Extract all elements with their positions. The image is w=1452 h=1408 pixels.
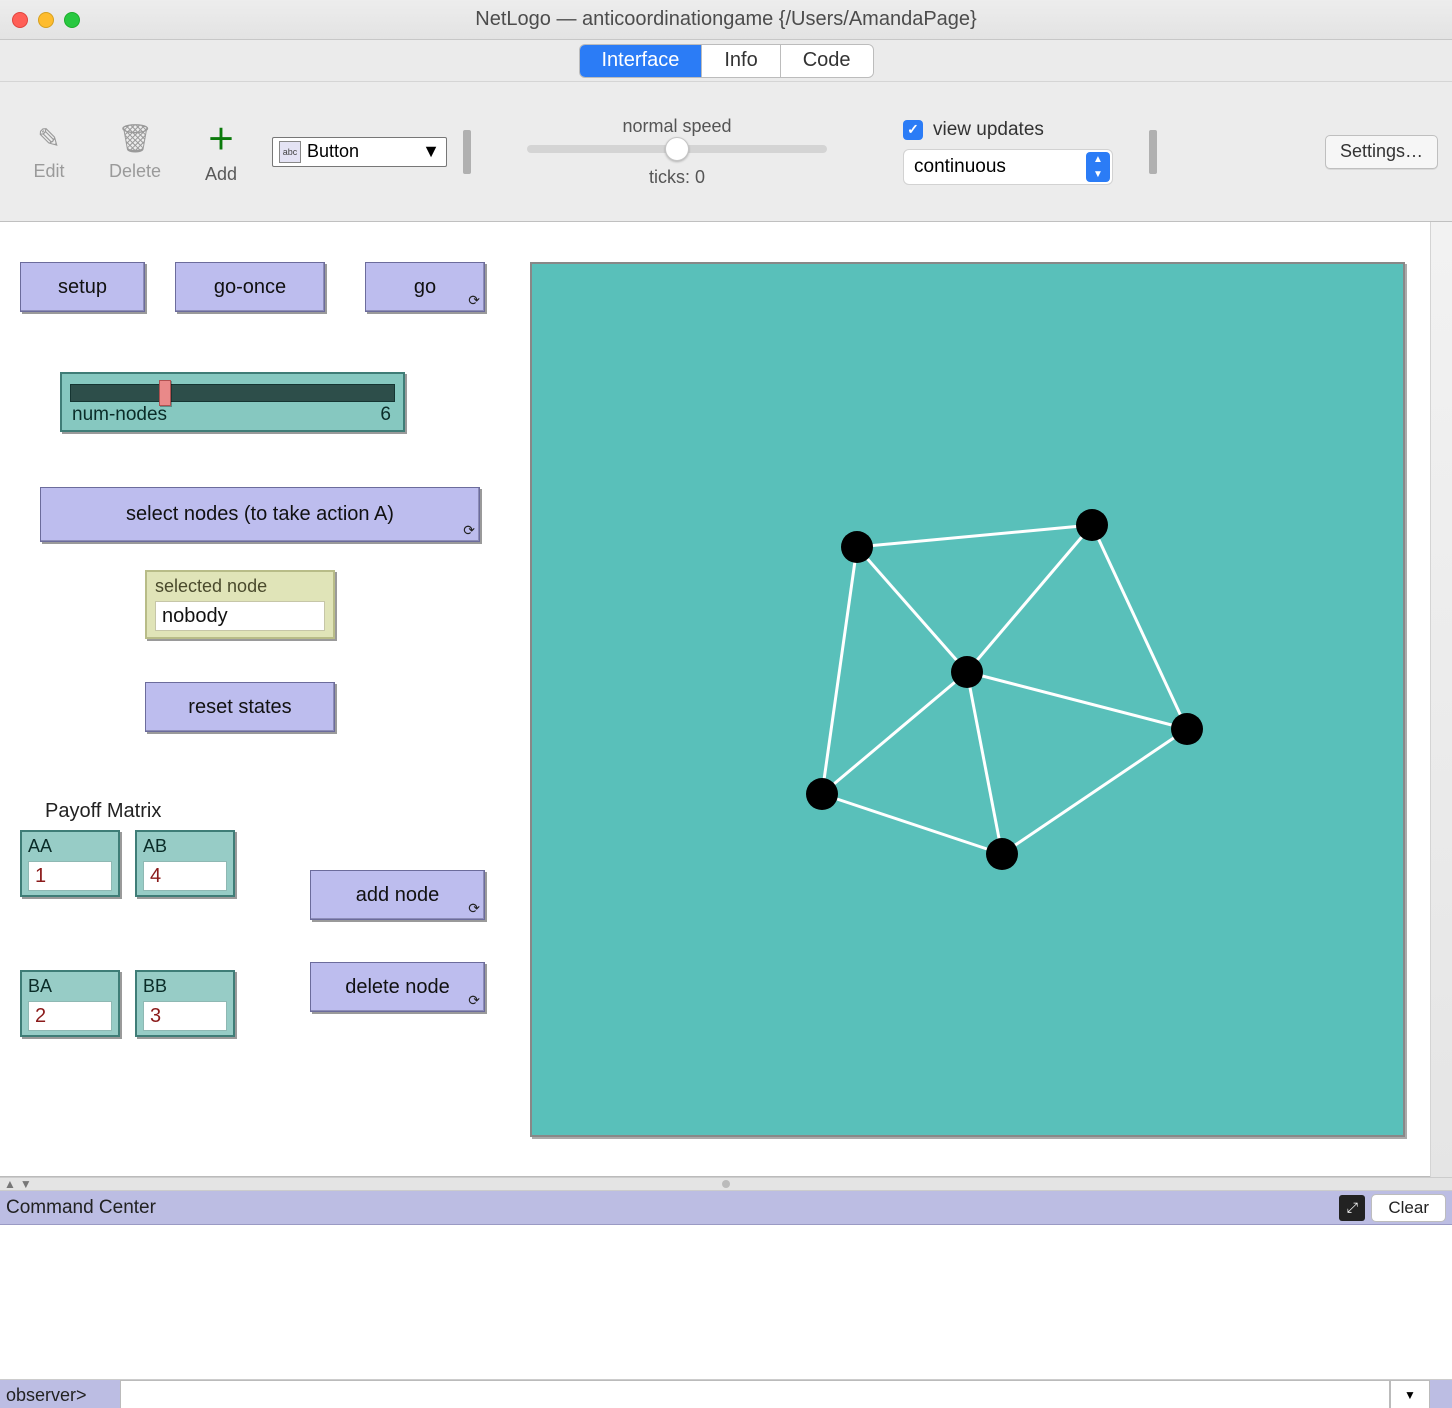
world-view[interactable] — [530, 262, 1405, 1137]
window-minimize-icon[interactable] — [38, 12, 54, 28]
toolbar-delete[interactable]: 🗑 Delete — [100, 122, 170, 182]
settings-button[interactable]: Settings… — [1325, 135, 1438, 169]
forever-icon: ⟳ — [463, 522, 475, 539]
selected-node-monitor: selected node nobody — [145, 570, 335, 639]
toolbar: ✎ Edit 🗑 Delete ＋ Add abc Button ▼ norma… — [0, 82, 1452, 222]
view-updates-checkbox[interactable]: ✓ — [903, 120, 923, 140]
collapse-down-icon[interactable]: ▼ — [20, 1177, 32, 1191]
settings-label: Settings… — [1340, 141, 1423, 162]
payoff-AA-title: AA — [28, 836, 112, 857]
chevron-down-icon: ▼ — [422, 141, 440, 162]
stepper-icon[interactable]: ▲▼ — [1086, 152, 1110, 182]
payoff-BA-value[interactable]: 2 — [28, 1001, 112, 1031]
payoff-BA-title: BA — [28, 976, 112, 997]
slider-handle[interactable] — [159, 380, 171, 406]
go-once-button-label: go-once — [214, 276, 286, 299]
command-center-header: Command Center ⤢ Clear — [0, 1191, 1452, 1225]
clear-button[interactable]: Clear — [1371, 1194, 1446, 1222]
payoff-AB-input[interactable]: AB 4 — [135, 830, 235, 897]
button-widget-icon: abc — [279, 141, 301, 163]
setup-button[interactable]: setup — [20, 262, 145, 312]
separator-icon — [1149, 130, 1157, 174]
delete-node-button[interactable]: delete node ⟳ — [310, 962, 485, 1012]
slider-track[interactable] — [70, 384, 395, 402]
tab-code[interactable]: Code — [781, 45, 873, 77]
go-button[interactable]: go ⟳ — [365, 262, 485, 312]
payoff-BB-value[interactable]: 3 — [143, 1001, 227, 1031]
command-center-title: Command Center — [6, 1197, 156, 1219]
toolbar-delete-label: Delete — [109, 161, 161, 182]
speed-slider[interactable] — [527, 145, 827, 153]
toolbar-add-label: Add — [205, 164, 237, 185]
num-nodes-slider[interactable]: num-nodes 6 — [60, 372, 405, 432]
interface-workspace: setup go-once go ⟳ num-nodes 6 select no… — [0, 222, 1452, 1177]
window-title: NetLogo — anticoordinationgame {/Users/A… — [0, 8, 1452, 31]
ticks-label: ticks: 0 — [649, 167, 705, 188]
tab-interface[interactable]: Interface — [580, 45, 703, 77]
tab-info[interactable]: Info — [702, 45, 780, 77]
selected-node-monitor-title: selected node — [155, 576, 325, 597]
plus-icon: ＋ — [207, 118, 235, 158]
go-once-button[interactable]: go-once — [175, 262, 325, 312]
payoff-BB-input[interactable]: BB 3 — [135, 970, 235, 1037]
num-nodes-slider-value: 6 — [380, 404, 391, 426]
separator-icon — [463, 130, 471, 174]
window-close-icon[interactable] — [12, 12, 28, 28]
speed-label: normal speed — [622, 116, 731, 137]
command-history-dropdown[interactable]: ▼ — [1390, 1380, 1430, 1408]
command-center-input-row: observer> ▼ — [0, 1380, 1452, 1408]
speed-control: normal speed ticks: 0 — [527, 116, 827, 188]
pencil-icon: ✎ — [37, 122, 60, 155]
trash-icon: 🗑 — [117, 122, 153, 155]
network-canvas — [532, 264, 1405, 1137]
command-center-drag-bar[interactable]: ▲ ▼ — [0, 1177, 1452, 1191]
payoff-AA-input[interactable]: AA 1 — [20, 830, 120, 897]
toolbar-add[interactable]: ＋ Add — [186, 118, 256, 185]
select-nodes-button-label: select nodes (to take action A) — [126, 503, 394, 526]
expand-icon[interactable]: ⤢ — [1339, 1195, 1365, 1221]
collapse-up-icon[interactable]: ▲ — [4, 1177, 16, 1191]
vertical-scrollbar[interactable] — [1430, 222, 1452, 1177]
command-center-prompt[interactable]: observer> — [0, 1380, 120, 1408]
widget-type-label: Button — [307, 141, 359, 162]
add-node-button-label: add node — [356, 884, 439, 907]
view-updates-block: ✓ view updates continuous ▲▼ — [903, 119, 1113, 185]
delete-node-button-label: delete node — [345, 976, 450, 999]
command-center-input[interactable] — [120, 1380, 1390, 1408]
toolbar-edit-label: Edit — [33, 161, 64, 182]
payoff-BA-input[interactable]: BA 2 — [20, 970, 120, 1037]
go-button-label: go — [414, 276, 436, 299]
update-mode-label: continuous — [914, 156, 1006, 178]
command-center-output[interactable] — [0, 1225, 1452, 1380]
num-nodes-slider-label: num-nodes — [72, 404, 167, 426]
setup-button-label: setup — [58, 276, 107, 299]
reset-states-button[interactable]: reset states — [145, 682, 335, 732]
speed-slider-thumb[interactable] — [665, 137, 689, 161]
add-node-button[interactable]: add node ⟳ — [310, 870, 485, 920]
payoff-AB-value[interactable]: 4 — [143, 861, 227, 891]
update-mode-select[interactable]: continuous ▲▼ — [903, 149, 1113, 185]
payoff-AA-value[interactable]: 1 — [28, 861, 112, 891]
reset-states-button-label: reset states — [188, 696, 291, 719]
titlebar: NetLogo — anticoordinationgame {/Users/A… — [0, 0, 1452, 40]
payoff-AB-title: AB — [143, 836, 227, 857]
toolbar-edit[interactable]: ✎ Edit — [14, 122, 84, 182]
payoff-matrix-label: Payoff Matrix — [45, 800, 161, 823]
window-zoom-icon[interactable] — [64, 12, 80, 28]
forever-icon: ⟳ — [468, 900, 480, 917]
payoff-BB-title: BB — [143, 976, 227, 997]
tabs-row: Interface Info Code — [0, 40, 1452, 82]
view-updates-label: view updates — [933, 119, 1044, 141]
widget-type-dropdown[interactable]: abc Button ▼ — [272, 137, 447, 167]
forever-icon: ⟳ — [468, 992, 480, 1009]
selected-node-monitor-value: nobody — [155, 601, 325, 631]
drag-handle-icon[interactable] — [722, 1180, 730, 1188]
clear-button-label: Clear — [1388, 1198, 1429, 1218]
command-center-tail — [1430, 1380, 1452, 1408]
select-nodes-button[interactable]: select nodes (to take action A) ⟳ — [40, 487, 480, 542]
forever-icon: ⟳ — [468, 292, 480, 309]
